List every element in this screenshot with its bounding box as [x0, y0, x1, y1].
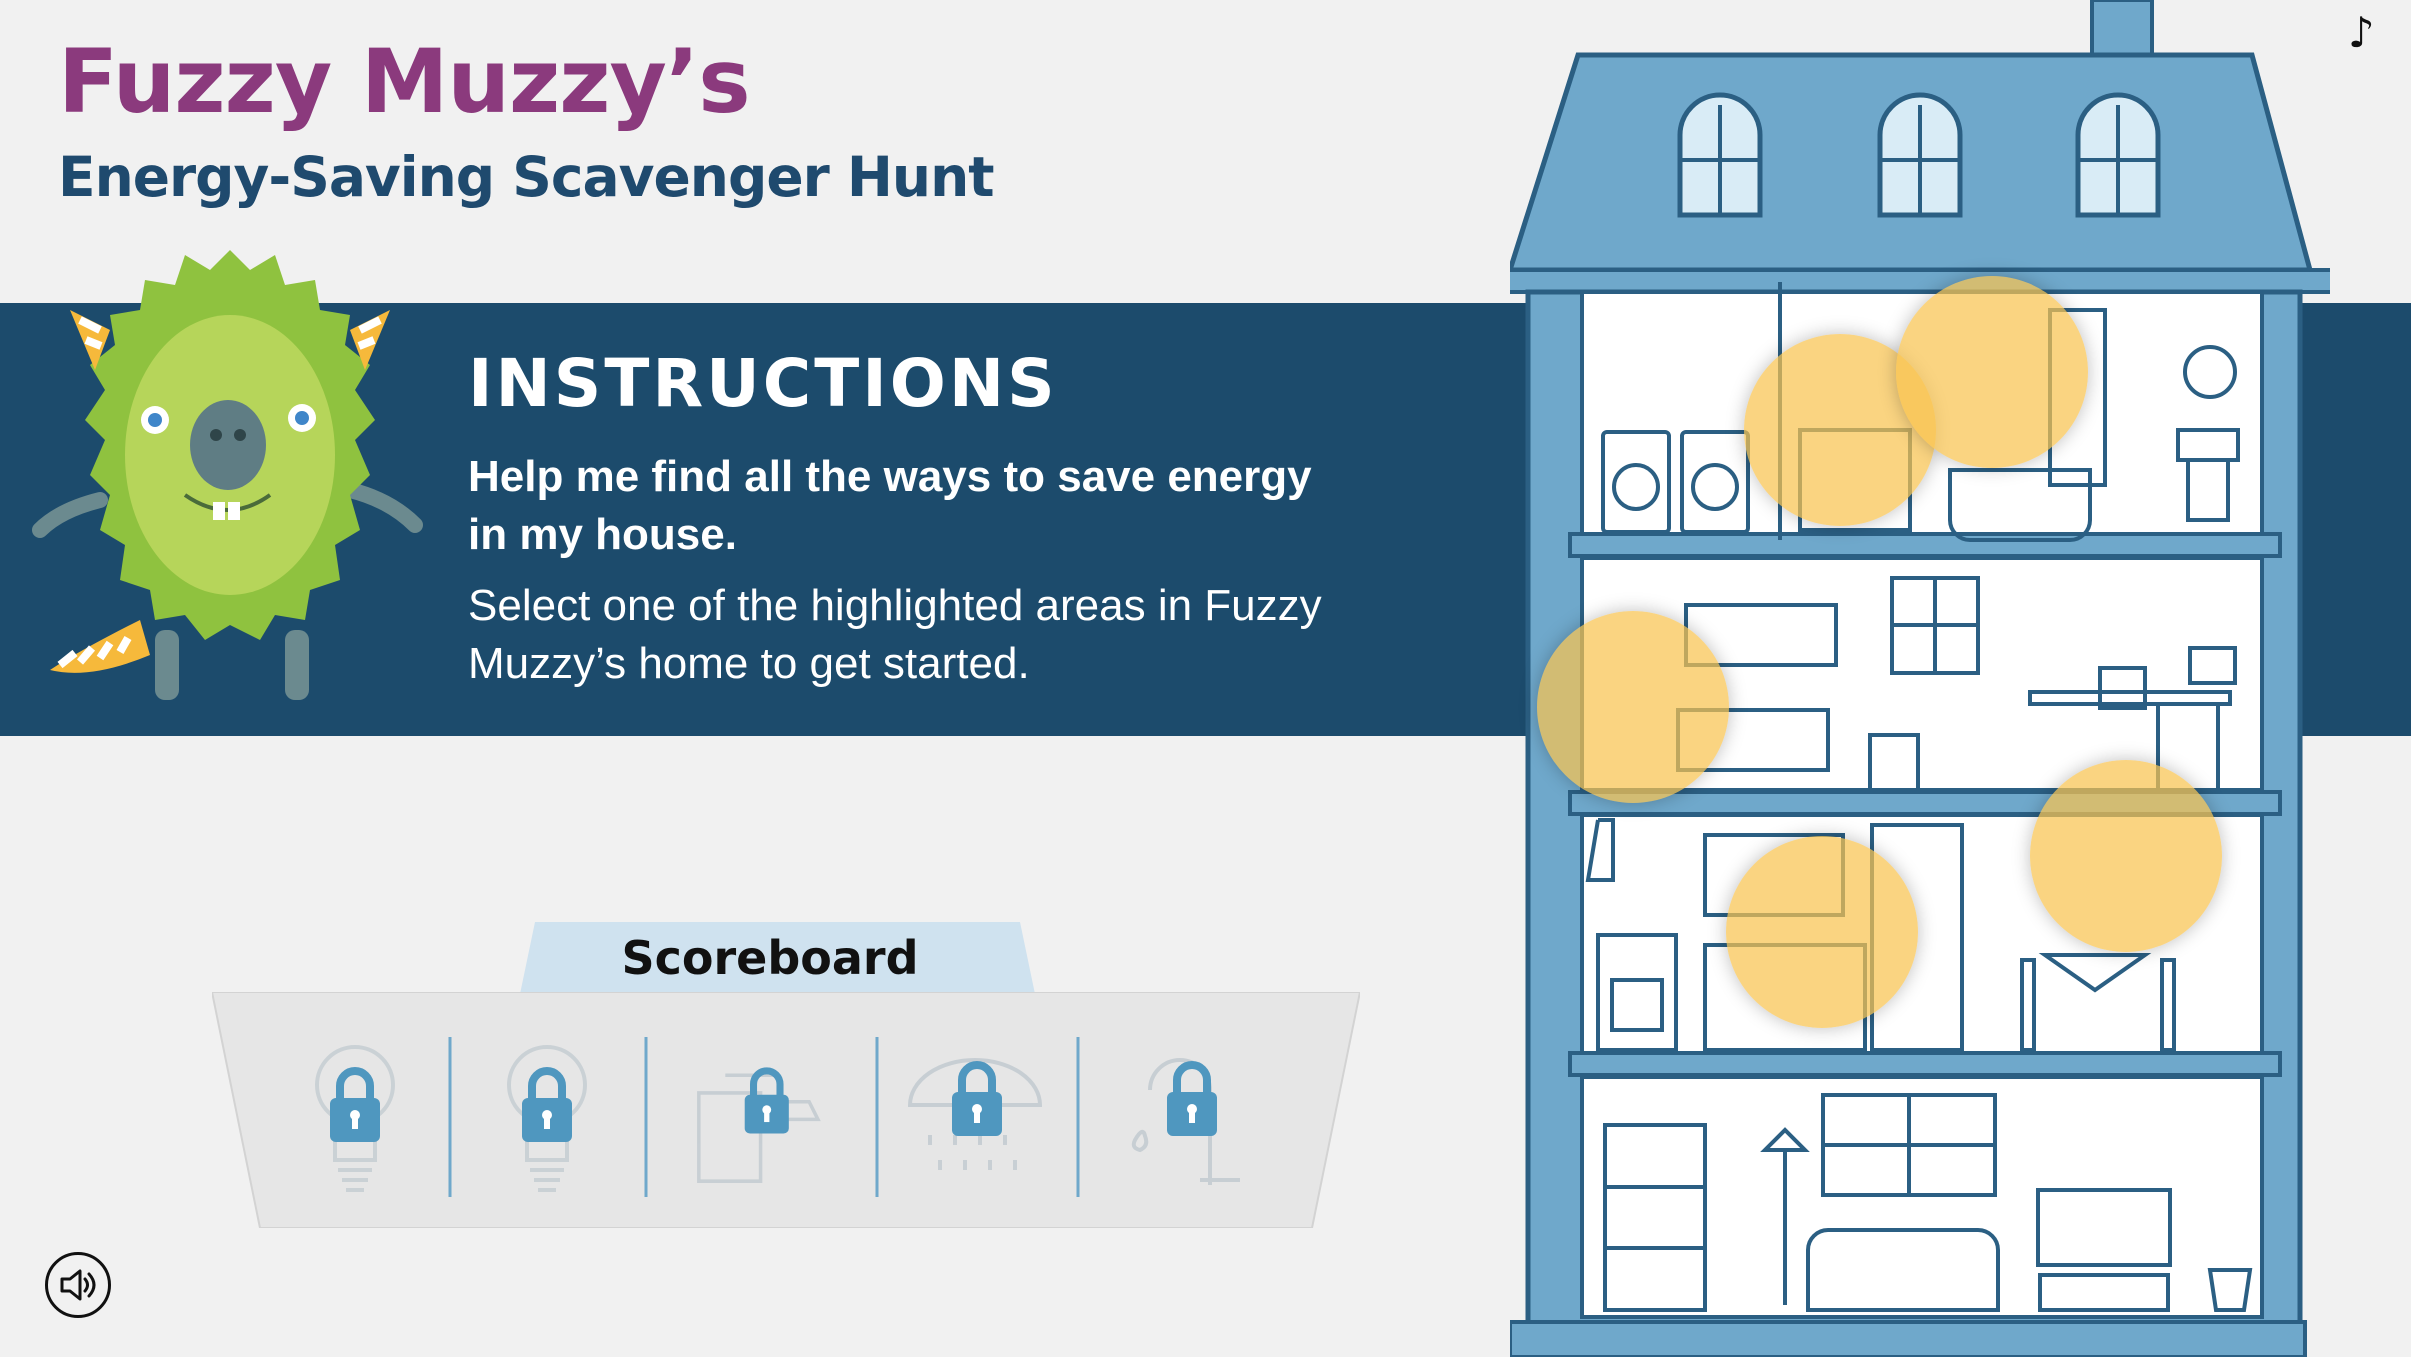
- instructions-bold-text: Help me find all the ways to save energy…: [468, 452, 1312, 559]
- lock-icon: [330, 1067, 380, 1142]
- lock-icon: [744, 1067, 789, 1134]
- fuzzy-muzzy-monster: [32, 250, 423, 700]
- hotspot-dining-light[interactable]: [2030, 760, 2222, 952]
- lock-icon: [1167, 1061, 1217, 1136]
- speaker-icon: [60, 1269, 96, 1301]
- scoreboard-slot-sink-faucet: [1131, 1058, 1240, 1185]
- scoreboard-slot-lightbulb-1: [315, 1045, 395, 1192]
- page-title: Fuzzy Muzzy’s: [58, 30, 751, 133]
- music-note-icon[interactable]: ♪: [2348, 8, 2375, 57]
- lock-icon: [522, 1067, 572, 1142]
- instructions-heading: INSTRUCTIONS: [468, 345, 1058, 422]
- hotspot-bathroom-shower[interactable]: [1896, 276, 2088, 468]
- page-subtitle: Energy-Saving Scavenger Hunt: [58, 145, 995, 209]
- scoreboard-label: Scoreboard: [621, 931, 919, 985]
- sound-toggle-button[interactable]: [45, 1252, 111, 1318]
- scoreboard-slot-lightbulb-2: [507, 1045, 587, 1192]
- scoreboard-slot-shower-head: [907, 1058, 1043, 1170]
- instructions-body-text: Select one of the highlighted areas in F…: [468, 581, 1322, 688]
- hotspot-bedroom-lamp[interactable]: [1537, 611, 1729, 803]
- lock-icon: [952, 1061, 1002, 1136]
- hotspot-kitchen-sink[interactable]: [1726, 836, 1918, 1028]
- scoreboard-slot-faucet: [697, 1067, 821, 1183]
